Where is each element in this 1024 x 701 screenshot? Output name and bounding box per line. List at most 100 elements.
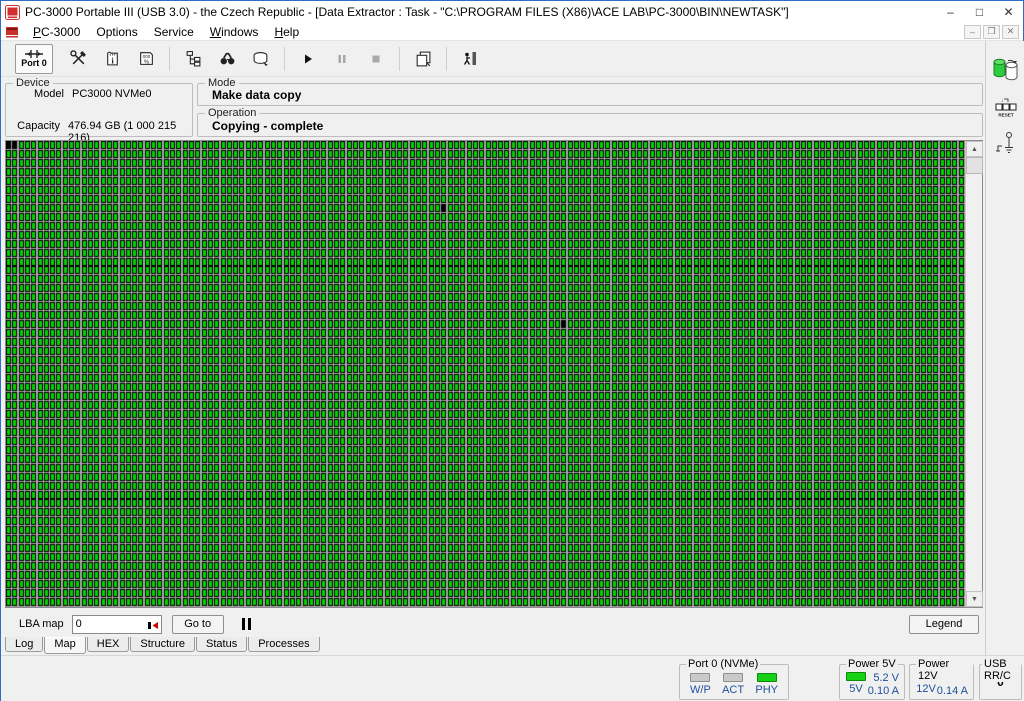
copy-pages-icon (414, 50, 432, 68)
scrollbar-thumb[interactable] (966, 157, 983, 174)
app-icon (5, 5, 20, 20)
title-bar: PC-3000 Portable III (USB 3.0) - the Cze… (1, 1, 1023, 23)
power-5v-group: Power 5V 5V 5.2 V 0.10 A (839, 664, 905, 700)
minimize-icon[interactable]: – (936, 1, 965, 23)
power-12v-title: Power 12V (916, 658, 973, 682)
power-5v-voltage: 5.2 V (868, 672, 899, 685)
pause-button[interactable] (328, 45, 356, 73)
tools-icon (70, 50, 87, 67)
mdi-minimize-icon[interactable]: – (964, 25, 981, 39)
lba-map-panel: ▲ ▼ (5, 140, 983, 608)
legend-button[interactable]: Legend (909, 615, 979, 634)
port-status-group: Port 0 (NVMe) W/PACTPHY (679, 664, 789, 700)
svg-text:RESET: RESET (998, 113, 1014, 118)
utilities-button[interactable] (64, 45, 92, 73)
data-view-button[interactable] (247, 45, 275, 73)
tab-hex[interactable]: HEX (87, 637, 130, 652)
mdi-restore-icon[interactable]: ❐ (983, 25, 1000, 39)
lba-input-wrap (72, 615, 162, 634)
led-w-p: W/P (690, 673, 711, 696)
operation-group: Operation Copying - complete (197, 113, 983, 137)
menu-bar: PC-3000OptionsServiceWindowsHelp – ❐ ✕ (1, 23, 1023, 41)
stop-icon (369, 52, 383, 66)
resources-icon: 000 % (138, 50, 155, 67)
app-window: PC-3000 Portable III (USB 3.0) - the Cze… (0, 0, 1024, 701)
stop-button[interactable] (362, 45, 390, 73)
power-12v-current: 0.14 A (936, 685, 968, 698)
mode-group: Mode Make data copy (197, 83, 983, 106)
reset-button[interactable]: ↓ RESET (994, 97, 1018, 119)
svg-text:000: 000 (142, 54, 150, 59)
goto-button[interactable]: Go to (172, 615, 224, 634)
lba-input[interactable] (73, 617, 143, 632)
map-scrollbar[interactable]: ▲ ▼ (965, 141, 982, 607)
tab-status[interactable]: Status (196, 637, 247, 652)
search-button[interactable] (213, 45, 241, 73)
log-info-button[interactable]: i (98, 45, 126, 73)
tab-structure[interactable]: Structure (130, 637, 195, 652)
port-0-label: Port 0 (21, 59, 47, 68)
mdi-close-icon[interactable]: ✕ (1002, 25, 1019, 39)
mode-value: Make data copy (198, 84, 982, 102)
power-5v-led (846, 672, 866, 681)
resources-button[interactable]: 000 % (132, 45, 160, 73)
maximize-icon[interactable]: □ (965, 1, 994, 23)
mode-group-label: Mode (205, 77, 239, 89)
scroll-down-icon[interactable]: ▼ (966, 591, 983, 607)
lba-history-icon[interactable] (147, 621, 159, 630)
power-probe-icon (994, 131, 1018, 157)
task-structure-button[interactable] (179, 45, 207, 73)
menu-options[interactable]: Options (88, 24, 145, 40)
map-pause-indicator (242, 618, 251, 630)
model-value: PC3000 NVMe0 (72, 88, 152, 100)
operation-value: Copying - complete (198, 114, 982, 133)
exit-icon (462, 50, 478, 67)
toolbar-separator (284, 47, 285, 71)
lba-map-label: LBA map (19, 618, 64, 630)
device-group: Device Model PC3000 NVMe0 Capacity 476.9… (5, 83, 193, 137)
power-12v-group: Power 12V 12V 12.3 V 0.14 A (909, 664, 974, 700)
usb-rrc-group: USB RR/C 0 (979, 664, 1022, 700)
make-data-copy-button[interactable] (992, 57, 1020, 85)
pause-icon (335, 52, 349, 66)
menu-items: PC-3000OptionsServiceWindowsHelp (25, 24, 307, 40)
power-5v-led-label: 5V (849, 683, 862, 695)
exit-button[interactable] (456, 45, 484, 73)
power-probe-button[interactable] (994, 131, 1018, 157)
tab-map[interactable]: Map (44, 637, 85, 654)
task-document-icon (5, 26, 19, 38)
toolbar: Port 0 i 000 % (1, 41, 985, 77)
bottom-tabs: LogMapHEXStructureStatusProcesses (5, 637, 321, 655)
port-0-button[interactable]: Port 0 (15, 44, 53, 74)
power-5v-title: Power 5V (846, 658, 898, 670)
lba-controls: LBA map Go to Legend (1, 611, 985, 637)
operation-group-label: Operation (205, 107, 259, 119)
data-copy-icon (992, 57, 1020, 85)
svg-text:↓: ↓ (1001, 98, 1004, 104)
start-button[interactable] (294, 45, 322, 73)
menu-service[interactable]: Service (146, 24, 202, 40)
disk-open-icon (252, 50, 270, 67)
right-sidebar: ↓ RESET (985, 41, 1024, 655)
reset-icon: ↓ RESET (994, 97, 1018, 119)
menu-pc-3000[interactable]: PC-3000 (25, 24, 88, 40)
toolbar-separator (399, 47, 400, 71)
tab-processes[interactable]: Processes (248, 637, 319, 652)
lba-map-grid[interactable] (6, 141, 965, 607)
toolbar-separator (446, 47, 447, 71)
mdi-window-controls: – ❐ ✕ (964, 25, 1023, 39)
led-act: ACT (722, 673, 744, 696)
menu-windows[interactable]: Windows (202, 24, 267, 40)
tree-icon (185, 50, 202, 67)
power-5v-current: 0.10 A (868, 685, 899, 698)
window-title: PC-3000 Portable III (USB 3.0) - the Cze… (25, 5, 789, 19)
led-phy: PHY (755, 673, 778, 696)
close-icon[interactable]: ✕ (994, 1, 1023, 23)
tab-log[interactable]: Log (5, 637, 43, 652)
menu-help[interactable]: Help (266, 24, 307, 40)
model-label: Model (6, 88, 64, 100)
svg-text:%: % (143, 59, 148, 65)
scroll-up-icon[interactable]: ▲ (966, 141, 983, 157)
device-group-label: Device (13, 77, 53, 89)
copy-map-button[interactable] (409, 45, 437, 73)
